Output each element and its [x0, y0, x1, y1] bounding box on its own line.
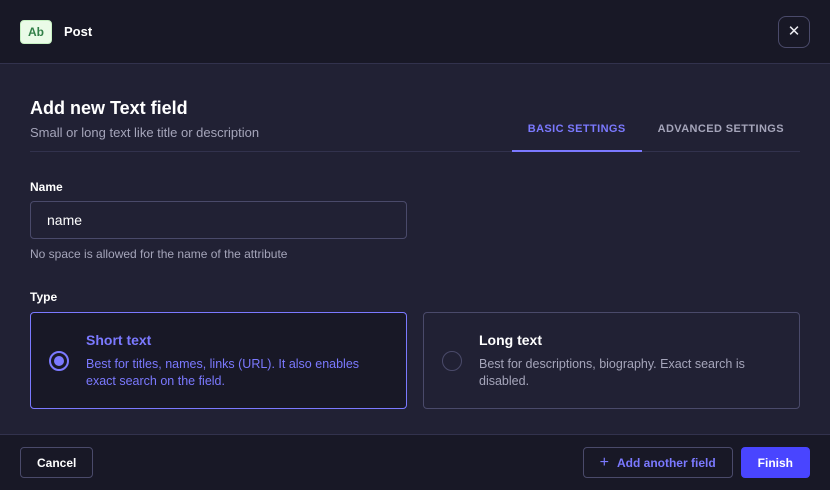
content-type-title: Post [64, 24, 92, 39]
finish-button[interactable]: Finish [741, 447, 810, 478]
radio-unselected-icon[interactable] [442, 351, 462, 371]
name-field-group: Name No space is allowed for the name of… [30, 179, 800, 262]
settings-tabs: BASIC SETTINGS ADVANCED SETTINGS [512, 111, 800, 151]
tab-basic-settings[interactable]: BASIC SETTINGS [512, 111, 642, 152]
name-label: Name [30, 179, 800, 195]
modal-footer: Cancel + Add another field Finish [0, 434, 830, 490]
option-description: Best for descriptions, biography. Exact … [479, 356, 781, 390]
option-description: Best for titles, names, links (URL). It … [86, 356, 388, 390]
radio-selected-icon[interactable] [49, 351, 69, 371]
close-icon: ✕ [788, 24, 801, 39]
option-long-text[interactable]: Long text Best for descriptions, biograp… [423, 312, 800, 409]
page-subtitle: Small or long text like title or descrip… [30, 124, 259, 141]
add-another-field-button[interactable]: + Add another field [583, 447, 733, 478]
tab-advanced-settings[interactable]: ADVANCED SETTINGS [642, 111, 800, 152]
option-texts: Long text Best for descriptions, biograp… [479, 331, 781, 390]
footer-right-actions: + Add another field Finish [583, 447, 810, 478]
name-input[interactable] [30, 201, 407, 239]
option-title: Long text [479, 331, 781, 349]
page-title: Add new Text field [30, 97, 259, 119]
type-section: Type Short text Best for titles, names, … [30, 289, 800, 409]
option-texts: Short text Best for titles, names, links… [86, 331, 388, 390]
close-button[interactable]: ✕ [778, 16, 810, 48]
plus-icon: + [600, 455, 609, 471]
heading-text: Add new Text field Small or long text li… [30, 64, 259, 151]
name-hint: No space is allowed for the name of the … [30, 246, 800, 262]
type-options: Short text Best for titles, names, links… [30, 312, 800, 409]
type-label: Type [30, 289, 800, 305]
add-field-modal: Ab Post ✕ Add new Text field Small or lo… [0, 0, 830, 490]
cancel-button[interactable]: Cancel [20, 447, 93, 478]
option-short-text[interactable]: Short text Best for titles, names, links… [30, 312, 407, 409]
modal-header: Ab Post ✕ [0, 0, 830, 64]
add-another-field-label: Add another field [617, 456, 716, 470]
heading-row: Add new Text field Small or long text li… [30, 64, 800, 152]
modal-body: Add new Text field Small or long text li… [0, 64, 830, 434]
content-type-badge: Ab [20, 20, 52, 44]
option-title: Short text [86, 331, 388, 349]
